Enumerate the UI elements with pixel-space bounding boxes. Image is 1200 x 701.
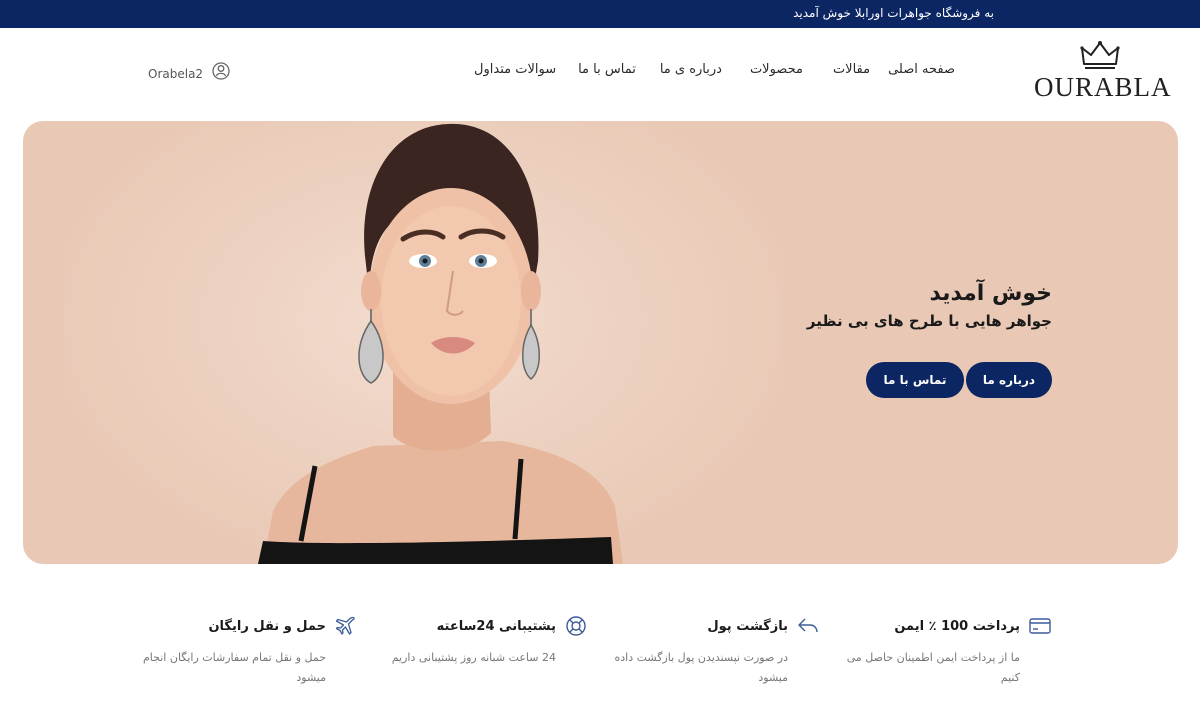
hero-banner: خوش آمدید جواهر هایی با طرح های بی نظیر …	[23, 121, 1178, 564]
feature-desc: حمل و نقل تمام سفارشات رایگان انجام میشو…	[142, 651, 326, 684]
feature-desc: در صورت نپسندیدن پول بازگشت داده میشود	[614, 651, 788, 684]
welcome-text: به فروشگاه جواهرات اورابلا خوش آمدید	[793, 6, 994, 20]
top-announcement-bar: به فروشگاه جواهرات اورابلا خوش آمدید	[0, 0, 1200, 28]
feature-desc: ما از پرداخت ایمن اطمینان حاصل می کنیم	[846, 651, 1020, 684]
feature-free-shipping: حمل و نقل رایگان حمل و نقل تمام سفارشات …	[138, 614, 358, 688]
main-nav: صفحه اصلی مقالات محصولات درباره ی ما تما…	[474, 62, 955, 82]
nav-item-faq[interactable]: سوالات متداول	[474, 62, 556, 82]
about-us-button[interactable]: درباره ما	[966, 362, 1052, 398]
feature-title: بازگشت پول	[707, 618, 788, 634]
feature-title: پرداخت 100 ٪ ایمن	[894, 618, 1020, 634]
features-strip: پرداخت 100 ٪ ایمن ما از پرداخت ایمن اطمی…	[0, 600, 1200, 701]
account-link[interactable]: Orabela2	[148, 61, 231, 81]
contact-us-button[interactable]: تماس با ما	[866, 362, 964, 398]
nav-item-about[interactable]: درباره ی ما	[660, 62, 722, 82]
feature-title: پشتیبانی 24ساعته	[436, 618, 556, 634]
hero-subtitle: جواهر هایی با طرح های بی نظیر	[806, 312, 1052, 330]
crown-icon	[1080, 41, 1120, 69]
airplane-icon	[335, 616, 355, 635]
hero-title: خوش آمدید	[929, 281, 1052, 306]
feature-title: حمل و نقل رایگان	[208, 618, 326, 634]
lifebuoy-icon	[566, 616, 586, 636]
credit-card-icon	[1029, 618, 1051, 634]
site-header: OURABLA صفحه اصلی مقالات محصولات درباره …	[0, 28, 1200, 116]
nav-item-home[interactable]: صفحه اصلی	[888, 62, 955, 82]
undo-arrow-icon	[798, 618, 818, 633]
brand-logo[interactable]: OURABLA	[1034, 40, 1172, 104]
nav-item-articles[interactable]: مقالات	[833, 62, 870, 82]
logo-text: OURABLA	[1034, 72, 1172, 102]
feature-desc: 24 ساعت شبانه روز پشتیبانی داریم	[391, 651, 556, 664]
feature-support-24h: پشتیبانی 24ساعته 24 ساعت شبانه روز پشتیب…	[368, 614, 588, 668]
nav-item-contact[interactable]: تماس با ما	[578, 62, 636, 82]
feature-money-back: بازگشت پول در صورت نپسندیدن پول بازگشت د…	[600, 614, 820, 688]
model-photo	[258, 123, 623, 564]
user-icon	[212, 62, 230, 80]
account-username: Orabela2	[148, 67, 204, 81]
nav-item-products[interactable]: محصولات	[750, 62, 803, 82]
feature-secure-payment: پرداخت 100 ٪ ایمن ما از پرداخت ایمن اطمی…	[832, 614, 1052, 688]
